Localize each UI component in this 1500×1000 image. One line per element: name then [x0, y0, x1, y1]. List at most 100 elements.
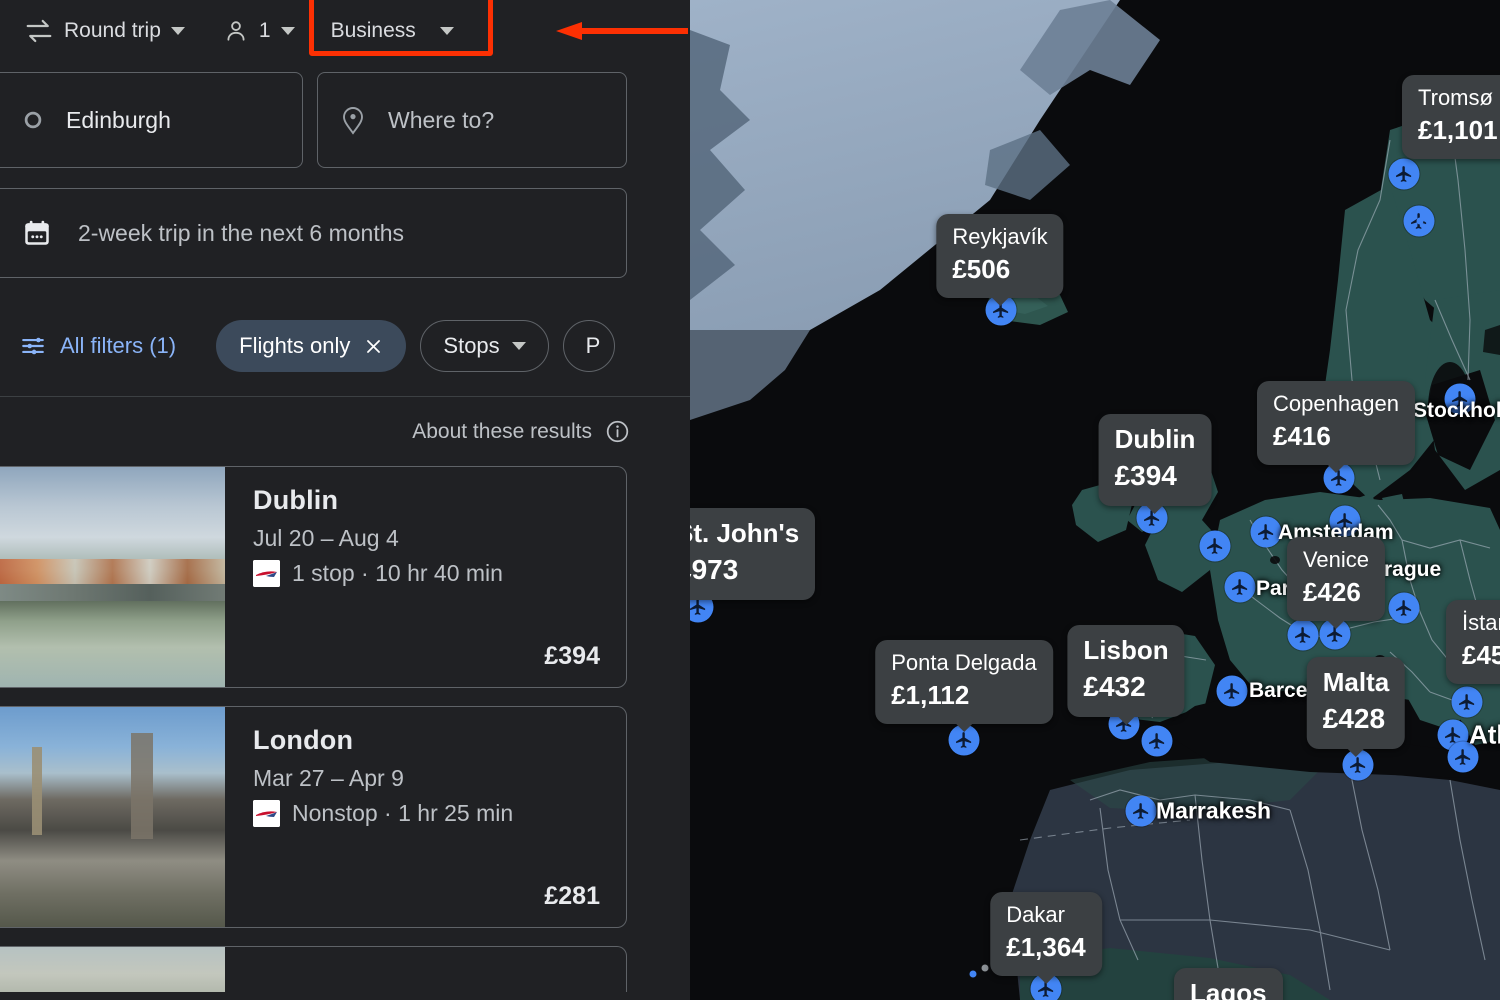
filter-chip-label: Stops — [443, 333, 499, 359]
cabin-class-selector[interactable]: Business — [317, 11, 468, 51]
price-box-istanbul[interactable]: İstanbul £45 — [1446, 600, 1500, 684]
annotation-arrow-icon — [556, 22, 688, 40]
price-box-city: Dakar — [1006, 902, 1086, 929]
search-panel: Round trip 1 Business — [0, 0, 690, 1000]
trip-type-label: Round trip — [64, 19, 161, 43]
chevron-down-icon — [440, 27, 454, 35]
airport-pin[interactable] — [1389, 159, 1420, 190]
all-filters-label: All filters (1) — [60, 333, 176, 359]
price-box-venice[interactable]: Venice £426 — [1287, 537, 1385, 621]
price-box-price: £506 — [952, 253, 1047, 286]
airport-pin[interactable] — [1445, 384, 1476, 415]
price-box-price: £973 — [690, 552, 799, 588]
price-box-city: Lagos — [1190, 978, 1267, 1000]
airport-pin[interactable] — [1142, 726, 1173, 757]
origin-input[interactable]: Edinburgh — [0, 72, 303, 168]
price-box-city: Lisbon — [1083, 635, 1168, 667]
destination-placeholder: Where to? — [388, 107, 494, 134]
map-basemap — [690, 0, 1500, 1000]
british-airways-logo — [253, 800, 280, 827]
close-icon[interactable] — [364, 337, 383, 356]
filter-chip-label: Flights only — [239, 333, 350, 359]
price-box-ponta-delgada[interactable]: Ponta Delgada £1,112 — [875, 640, 1053, 724]
price-box-lisbon[interactable]: Lisbon £432 — [1067, 625, 1184, 717]
price-box-city: Reykjavík — [952, 224, 1047, 251]
price-box-price: £1,364 — [1006, 931, 1086, 964]
airport-pin[interactable] — [1288, 620, 1319, 651]
price-box-copenhagen[interactable]: Copenhagen £416 — [1257, 381, 1415, 465]
price-box-city: Ponta Delgada — [891, 650, 1037, 677]
destination-photo — [0, 467, 225, 687]
airport-pin[interactable] — [1330, 506, 1361, 537]
price-box-price: £432 — [1083, 669, 1168, 705]
destination-flight-info: 1 stop · 10 hr 40 min — [253, 560, 600, 587]
destinations-map[interactable]: Stockholm Amsterdam Prague Paris Barcelo… — [690, 0, 1500, 1000]
destination-photo — [0, 707, 225, 927]
price-box-price: £1,112 — [891, 679, 1037, 712]
destination-card-body: London Mar 27 – Apr 9 Nonstop · 1 hr 25 … — [225, 707, 626, 927]
price-box-reykjavik[interactable]: Reykjavík £506 — [936, 214, 1063, 298]
all-filters-button[interactable]: All filters (1) — [20, 333, 176, 359]
airport-pin[interactable] — [1217, 676, 1248, 707]
price-box-price: £428 — [1323, 701, 1389, 737]
price-box-price: £426 — [1303, 576, 1369, 609]
price-box-price: £1,101 — [1418, 114, 1500, 147]
dates-row: 2-week trip in the next 6 months — [0, 188, 690, 278]
trip-type-selector[interactable]: Round trip — [14, 11, 195, 51]
destination-results-list: Dublin Jul 20 – Aug 4 1 stop · 10 hr 40 … — [0, 466, 690, 992]
passengers-selector[interactable]: 1 — [213, 11, 305, 51]
filter-chip-flights-only[interactable]: Flights only — [216, 320, 406, 372]
price-box-dublin[interactable]: Dublin £394 — [1099, 414, 1212, 506]
destination-photo — [0, 947, 225, 992]
filter-chip-price[interactable]: P — [563, 320, 615, 372]
search-toolbar: Round trip 1 Business — [0, 0, 690, 62]
airport-pin[interactable] — [1126, 796, 1157, 827]
destination-card[interactable]: Dublin Jul 20 – Aug 4 1 stop · 10 hr 40 … — [0, 466, 627, 688]
price-box-tromso[interactable]: Tromsø Municipality £1,101 — [1402, 75, 1500, 159]
airport-pin[interactable] — [1251, 517, 1282, 548]
airport-pin[interactable] — [1448, 742, 1479, 773]
price-box-lagos[interactable]: Lagos — [1174, 968, 1283, 1000]
destination-city: Dublin — [253, 485, 600, 516]
filter-chip-stops[interactable]: Stops — [420, 320, 548, 372]
price-box-price: £45 — [1462, 639, 1500, 672]
british-airways-logo — [253, 560, 280, 587]
about-label: About these results — [412, 420, 592, 444]
calendar-icon — [22, 218, 52, 248]
map-dot — [982, 965, 989, 972]
about-these-results[interactable]: About these results — [0, 397, 690, 444]
circle-outline-icon — [22, 109, 44, 131]
airport-pin[interactable] — [1389, 593, 1420, 624]
price-box-dakar[interactable]: Dakar £1,364 — [990, 892, 1102, 976]
info-circle-icon[interactable] — [605, 419, 630, 444]
destination-input[interactable]: Where to? — [317, 72, 627, 168]
destination-dates: Mar 27 – Apr 9 — [253, 765, 600, 792]
destination-flight-text: 1 stop · 10 hr 40 min — [292, 560, 503, 587]
airport-pin[interactable] — [1200, 531, 1231, 562]
google-flights-explore-screen: Round trip 1 Business — [0, 0, 1500, 1000]
origin-value: Edinburgh — [66, 107, 171, 134]
chevron-down-icon — [512, 342, 526, 350]
price-box-city: Venice — [1303, 547, 1369, 574]
price-box-price: £416 — [1273, 420, 1399, 453]
price-box-city: Tromsø Municipality — [1418, 85, 1500, 112]
destination-price: £281 — [544, 882, 600, 911]
swap-horizontal-icon — [24, 16, 54, 46]
destination-price: £394 — [544, 642, 600, 671]
destination-card[interactable]: London Mar 27 – Apr 9 Nonstop · 1 hr 25 … — [0, 706, 627, 928]
destination-city: London — [253, 725, 600, 756]
airport-pin[interactable] — [1452, 687, 1483, 718]
destination-flight-text: Nonstop · 1 hr 25 min — [292, 800, 513, 827]
price-box-st-johns[interactable]: St. John's £973 — [690, 508, 815, 600]
destination-card[interactable] — [0, 946, 627, 992]
price-box-city: Malta — [1323, 667, 1389, 699]
airport-pin[interactable] — [1225, 572, 1256, 603]
chevron-down-icon — [171, 27, 185, 35]
passengers-count: 1 — [259, 19, 271, 43]
price-box-city: Dublin — [1115, 424, 1196, 456]
date-range-input[interactable]: 2-week trip in the next 6 months — [0, 188, 627, 278]
price-box-malta[interactable]: Malta £428 — [1307, 657, 1405, 749]
map-dot — [1417, 218, 1424, 225]
filter-chip-label: P — [586, 333, 601, 359]
location-pin-icon — [340, 105, 366, 135]
